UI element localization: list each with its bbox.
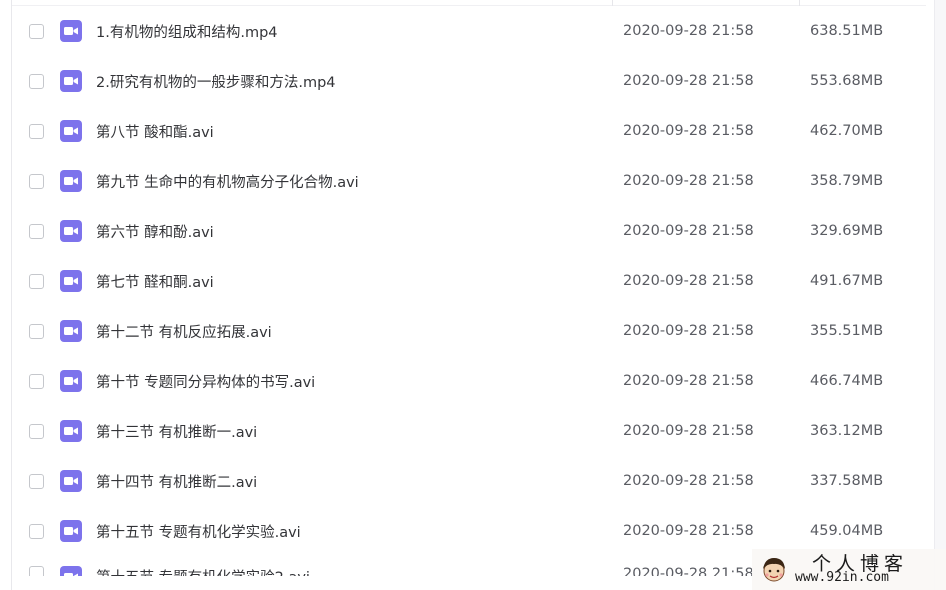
video-file-icon [60, 320, 82, 342]
video-file-icon [60, 470, 82, 492]
video-file-icon [60, 20, 82, 42]
file-size: 553.68MB [810, 73, 884, 89]
video-file-icon [60, 566, 82, 576]
watermark-url: www.92in.com [795, 570, 889, 585]
file-size: 462.70MB [810, 123, 884, 139]
file-name[interactable]: 第十五节 专题有机化学实验2.avi [96, 566, 310, 576]
video-file-icon [60, 70, 82, 92]
file-name[interactable]: 第十节 专题同分异构体的书写.avi [96, 371, 315, 392]
row-checkbox[interactable] [29, 473, 44, 489]
file-size: 329.69MB [810, 223, 884, 239]
file-row[interactable]: 1.有机物的组成和结构.mp4 2020-09-28 21:58 638.51MB [12, 6, 934, 56]
video-file-icon [60, 370, 82, 392]
row-checkbox[interactable] [29, 23, 44, 39]
file-name[interactable]: 第十三节 有机推断一.avi [96, 421, 257, 442]
video-file-icon [60, 420, 82, 442]
file-row[interactable]: 第十二节 有机反应拓展.avi 2020-09-28 21:58 355.51MB [12, 306, 934, 356]
file-list-page: 1.有机物的组成和结构.mp4 2020-09-28 21:58 638.51MB 2… [0, 0, 946, 590]
file-list: 1.有机物的组成和结构.mp4 2020-09-28 21:58 638.51MB 2… [12, 6, 934, 576]
video-file-icon [60, 520, 82, 542]
row-checkbox[interactable] [29, 223, 44, 239]
file-name[interactable]: 第六节 醇和酚.avi [96, 221, 214, 242]
file-size: 459.04MB [810, 523, 884, 539]
file-row[interactable]: 第十四节 有机推断二.avi 2020-09-28 21:58 337.58MB [12, 456, 934, 506]
row-checkbox[interactable] [29, 523, 44, 539]
row-checkbox[interactable] [29, 273, 44, 289]
file-row[interactable]: 第十节 专题同分异构体的书写.avi 2020-09-28 21:58 466.74… [12, 356, 934, 406]
row-checkbox[interactable] [29, 123, 44, 139]
file-name[interactable]: 第八节 酸和酯.avi [96, 121, 214, 142]
file-modified-date: 2020-09-28 21:58 [623, 566, 754, 576]
file-size: 466.74MB [810, 373, 884, 389]
file-name[interactable]: 第十二节 有机反应拓展.avi [96, 321, 272, 342]
avatar-icon [763, 558, 785, 582]
file-modified-date: 2020-09-28 21:58 [623, 523, 754, 539]
file-modified-date: 2020-09-28 21:58 [623, 423, 754, 439]
file-name[interactable]: 2.研究有机物的一般步骤和方法.mp4 [96, 71, 336, 92]
file-modified-date: 2020-09-28 21:58 [623, 73, 754, 89]
row-checkbox[interactable] [29, 423, 44, 439]
file-row[interactable]: 第十三节 有机推断一.avi 2020-09-28 21:58 363.12MB [12, 406, 934, 456]
file-size: 358.79MB [810, 173, 884, 189]
video-file-icon [60, 170, 82, 192]
file-size: 363.12MB [810, 423, 884, 439]
video-file-icon [60, 270, 82, 292]
file-modified-date: 2020-09-28 21:58 [623, 173, 754, 189]
row-checkbox[interactable] [29, 323, 44, 339]
file-row[interactable]: 第八节 酸和酯.avi 2020-09-28 21:58 462.70MB [12, 106, 934, 156]
site-watermark: 个人博客 www.92in.com [752, 549, 946, 590]
file-name[interactable]: 第十四节 有机推断二.avi [96, 471, 257, 492]
file-name[interactable]: 第十五节 专题有机化学实验.avi [96, 521, 301, 542]
row-checkbox[interactable] [29, 173, 44, 189]
file-modified-date: 2020-09-28 21:58 [623, 473, 754, 489]
file-row[interactable]: 2.研究有机物的一般步骤和方法.mp4 2020-09-28 21:58 553.6… [12, 56, 934, 106]
file-modified-date: 2020-09-28 21:58 [623, 323, 754, 339]
file-name[interactable]: 第九节 生命中的有机物高分子化合物.avi [96, 171, 359, 192]
file-row[interactable]: 第六节 醇和酚.avi 2020-09-28 21:58 329.69MB [12, 206, 934, 256]
file-name[interactable]: 1.有机物的组成和结构.mp4 [96, 21, 278, 42]
row-checkbox[interactable] [29, 73, 44, 89]
file-size: 337.58MB [810, 473, 884, 489]
row-checkbox[interactable] [29, 566, 44, 576]
file-modified-date: 2020-09-28 21:58 [623, 223, 754, 239]
file-modified-date: 2020-09-28 21:58 [623, 23, 754, 39]
file-size: 355.51MB [810, 323, 884, 339]
file-name[interactable]: 第七节 醛和酮.avi [96, 271, 214, 292]
video-file-icon [60, 120, 82, 142]
file-modified-date: 2020-09-28 21:58 [623, 273, 754, 289]
file-row[interactable]: 第九节 生命中的有机物高分子化合物.avi 2020-09-28 21:58 358… [12, 156, 934, 206]
video-file-icon [60, 220, 82, 242]
file-size: 491.67MB [810, 273, 884, 289]
row-checkbox[interactable] [29, 373, 44, 389]
file-modified-date: 2020-09-28 21:58 [623, 373, 754, 389]
right-panel-edge [934, 0, 946, 590]
file-row[interactable]: 第七节 醛和酮.avi 2020-09-28 21:58 491.67MB [12, 256, 934, 306]
file-modified-date: 2020-09-28 21:58 [623, 123, 754, 139]
file-size: 638.51MB [810, 23, 884, 39]
